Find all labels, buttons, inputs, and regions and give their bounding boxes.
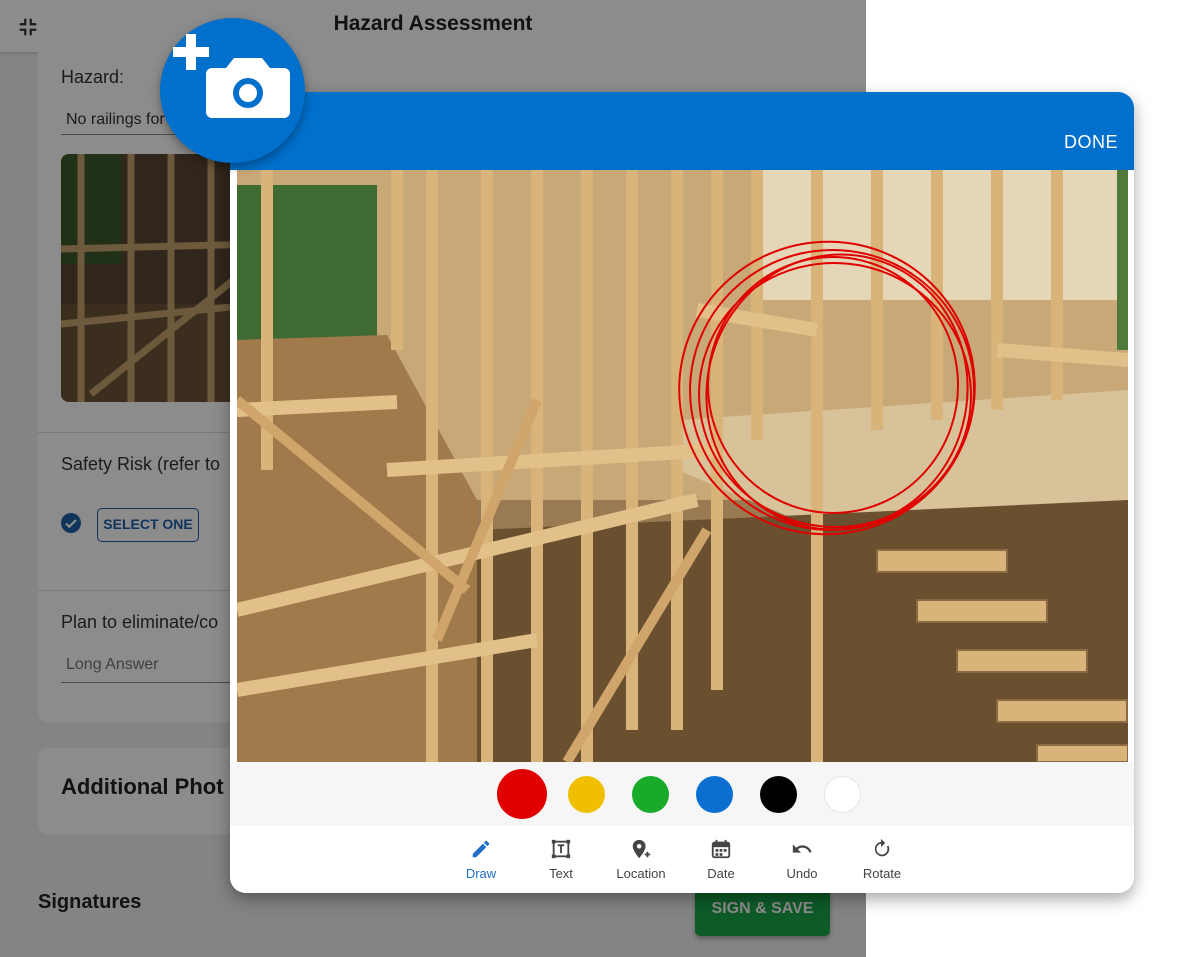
editor-header: DONE bbox=[230, 92, 1134, 170]
rotate-icon bbox=[874, 838, 890, 857]
construction-photo bbox=[237, 170, 1128, 762]
tool-rotate-label: Rotate bbox=[862, 866, 902, 881]
color-swatch-black[interactable] bbox=[760, 776, 797, 813]
location-plus-icon bbox=[632, 839, 651, 859]
editor-toolbar: Draw Text Location Date Undo Rotate bbox=[230, 826, 1134, 893]
pencil-icon bbox=[472, 840, 490, 858]
add-photo-button[interactable] bbox=[160, 18, 305, 163]
tool-draw-label: Draw bbox=[465, 866, 497, 881]
tool-draw[interactable]: Draw bbox=[441, 838, 521, 881]
done-button[interactable]: DONE bbox=[1056, 130, 1126, 155]
color-swatch-yellow[interactable] bbox=[568, 776, 605, 813]
tool-date[interactable]: Date bbox=[681, 838, 761, 881]
annotation-canvas[interactable] bbox=[237, 170, 1128, 762]
color-swatch-red[interactable] bbox=[497, 769, 547, 819]
tool-location-label: Location bbox=[616, 866, 666, 881]
color-palette bbox=[230, 762, 1134, 826]
text-box-icon bbox=[551, 839, 571, 859]
color-swatch-green[interactable] bbox=[632, 776, 669, 813]
window-trees bbox=[237, 185, 377, 345]
tool-location[interactable]: Location bbox=[601, 838, 681, 881]
tool-text-label: Text bbox=[549, 866, 573, 881]
tool-text[interactable]: Text bbox=[521, 838, 601, 881]
add-camera-icon bbox=[173, 34, 290, 118]
color-swatch-white[interactable] bbox=[824, 776, 861, 813]
calendar-icon bbox=[711, 839, 731, 859]
tool-undo[interactable]: Undo bbox=[762, 838, 842, 881]
tool-rotate[interactable]: Rotate bbox=[842, 838, 922, 881]
photo-editor-modal: DONE Draw Text Location Date Undo Rotate bbox=[230, 92, 1134, 893]
undo-icon bbox=[792, 844, 812, 853]
color-swatch-blue[interactable] bbox=[696, 776, 733, 813]
tool-undo-label: Undo bbox=[786, 866, 818, 881]
tool-date-label: Date bbox=[707, 866, 735, 881]
